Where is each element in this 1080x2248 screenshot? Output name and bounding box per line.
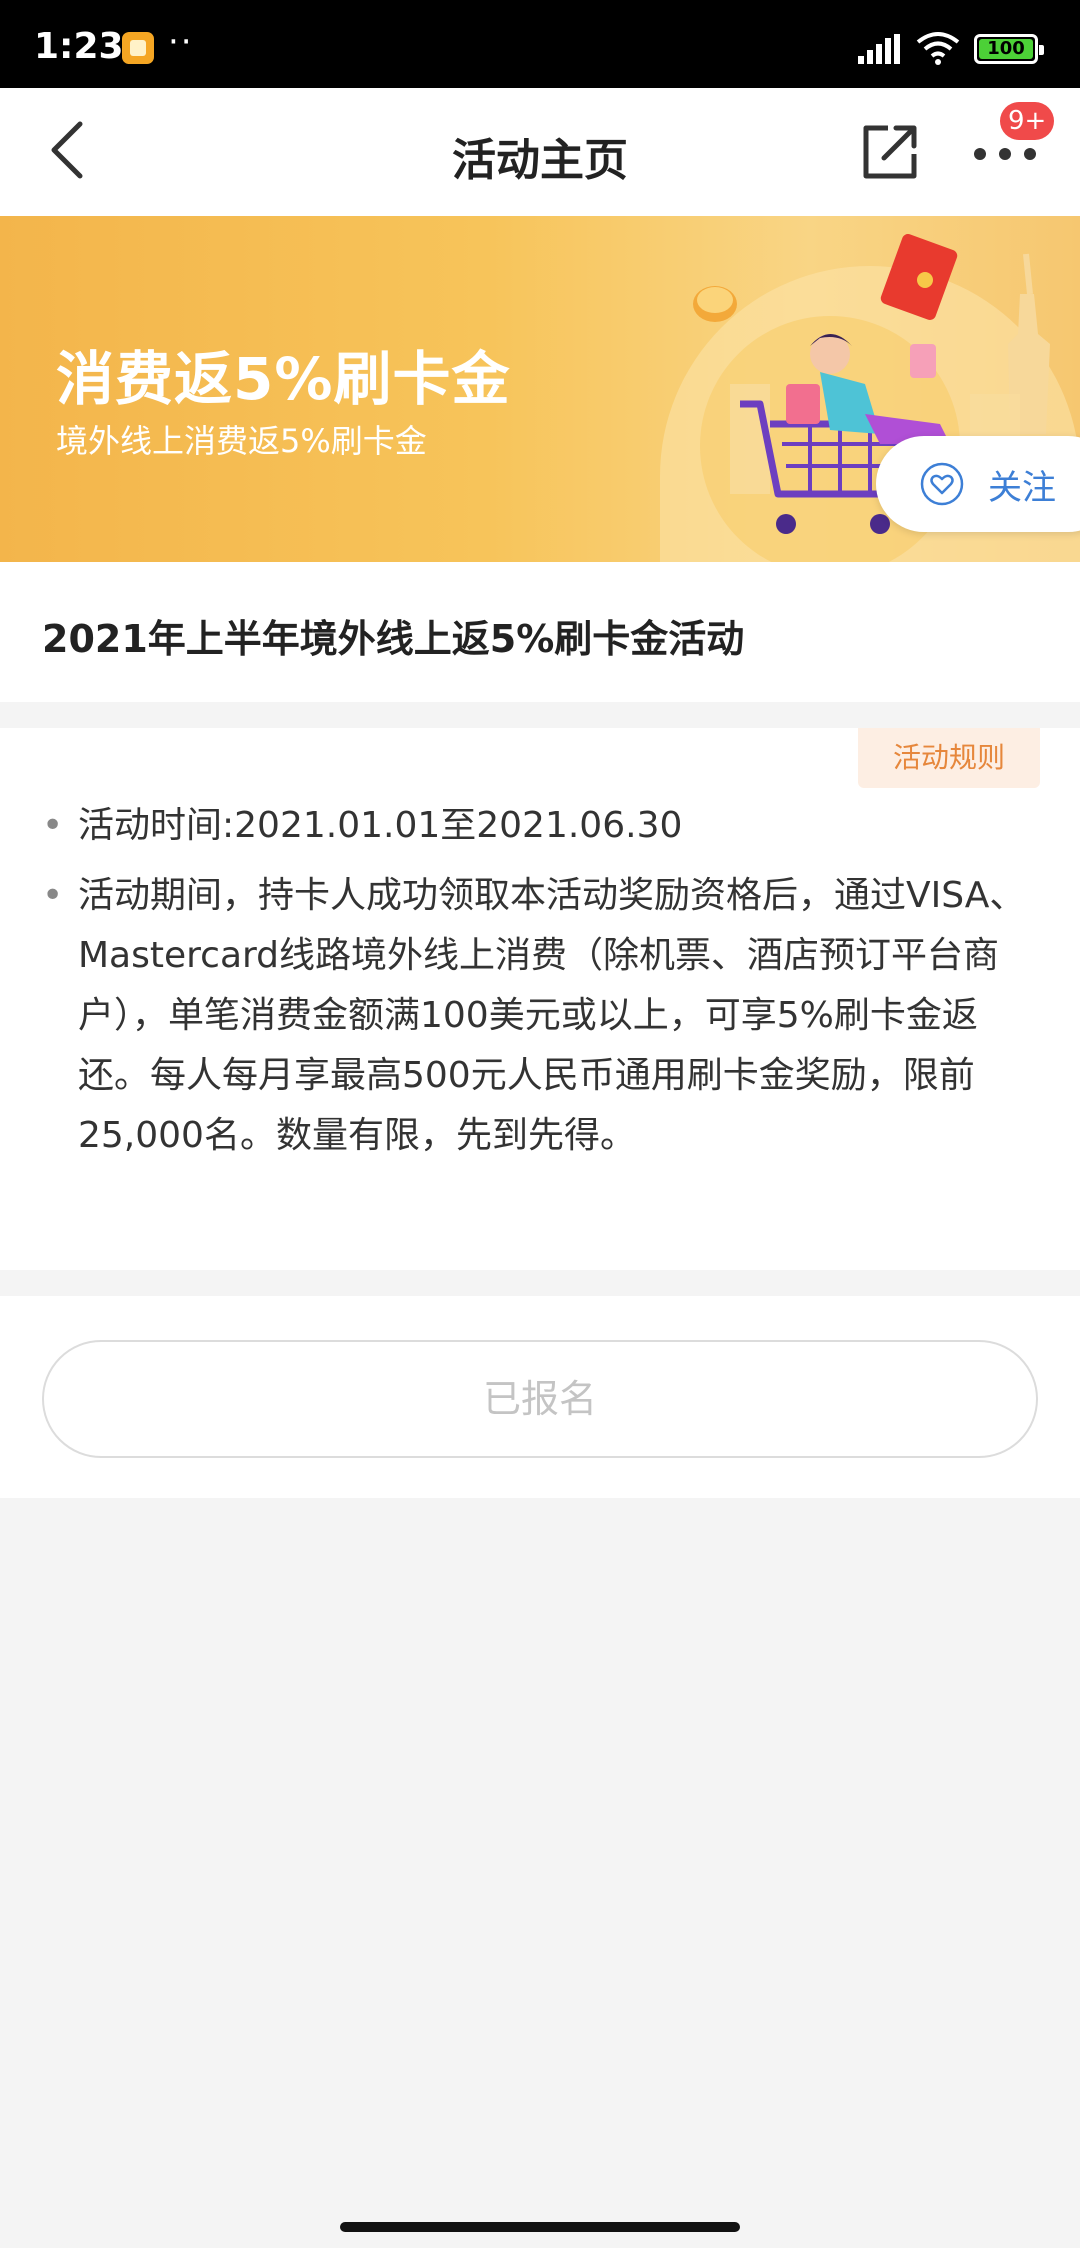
activity-title: 2021年上半年境外线上返5%刷卡金活动 <box>42 617 745 661</box>
home-indicator[interactable] <box>340 2222 740 2232</box>
registered-button[interactable]: 已报名 <box>42 1340 1038 1458</box>
activity-title-card: 2021年上半年境外线上返5%刷卡金活动 <box>0 562 1080 702</box>
activity-details-card: 活动规则 • 活动时间:2021.01.01至2021.06.30 • 活动期间，持… <box>0 728 1080 1270</box>
more-icon[interactable] <box>970 134 1040 174</box>
follow-button[interactable]: 关注 <box>876 436 1080 532</box>
wifi-icon <box>916 32 960 65</box>
signal-icon <box>858 34 900 64</box>
activity-rules-button[interactable]: 活动规则 <box>858 728 1040 788</box>
list-item: • 活动期间，持卡人成功领取本活动奖励资格后，通过VISA、Mastercard线… <box>42 875 1026 1156</box>
battery-icon: 100 <box>974 34 1044 64</box>
heart-icon <box>920 462 964 506</box>
list-item: • 活动时间:2021.01.01至2021.06.30 <box>42 805 683 846</box>
follow-label: 关注 <box>988 468 1056 508</box>
status-time: 1:23 <box>34 26 124 67</box>
action-card: 已报名 <box>0 1296 1080 1498</box>
status-more-dots: ·· <box>168 22 194 62</box>
notification-badge: 9+ <box>1000 102 1055 140</box>
activity-banner: 消费返5%刷卡金 境外线上消费返5%刷卡金 关注 <box>0 216 1080 562</box>
share-icon[interactable] <box>860 122 920 182</box>
banner-headline: 消费返5%刷卡金 <box>56 345 511 413</box>
nav-bar: 活动主页 9+ <box>0 88 1080 216</box>
notification-app-icon <box>122 32 154 64</box>
activity-details-list: • 活动时间:2021.01.01至2021.06.30 • 活动期间，持卡人成功领… <box>38 796 1038 1176</box>
banner-subline: 境外线上消费返5%刷卡金 <box>56 422 427 460</box>
battery-level: 100 <box>987 38 1025 59</box>
status-bar: 1:23 ·· 100 <box>0 0 1080 88</box>
